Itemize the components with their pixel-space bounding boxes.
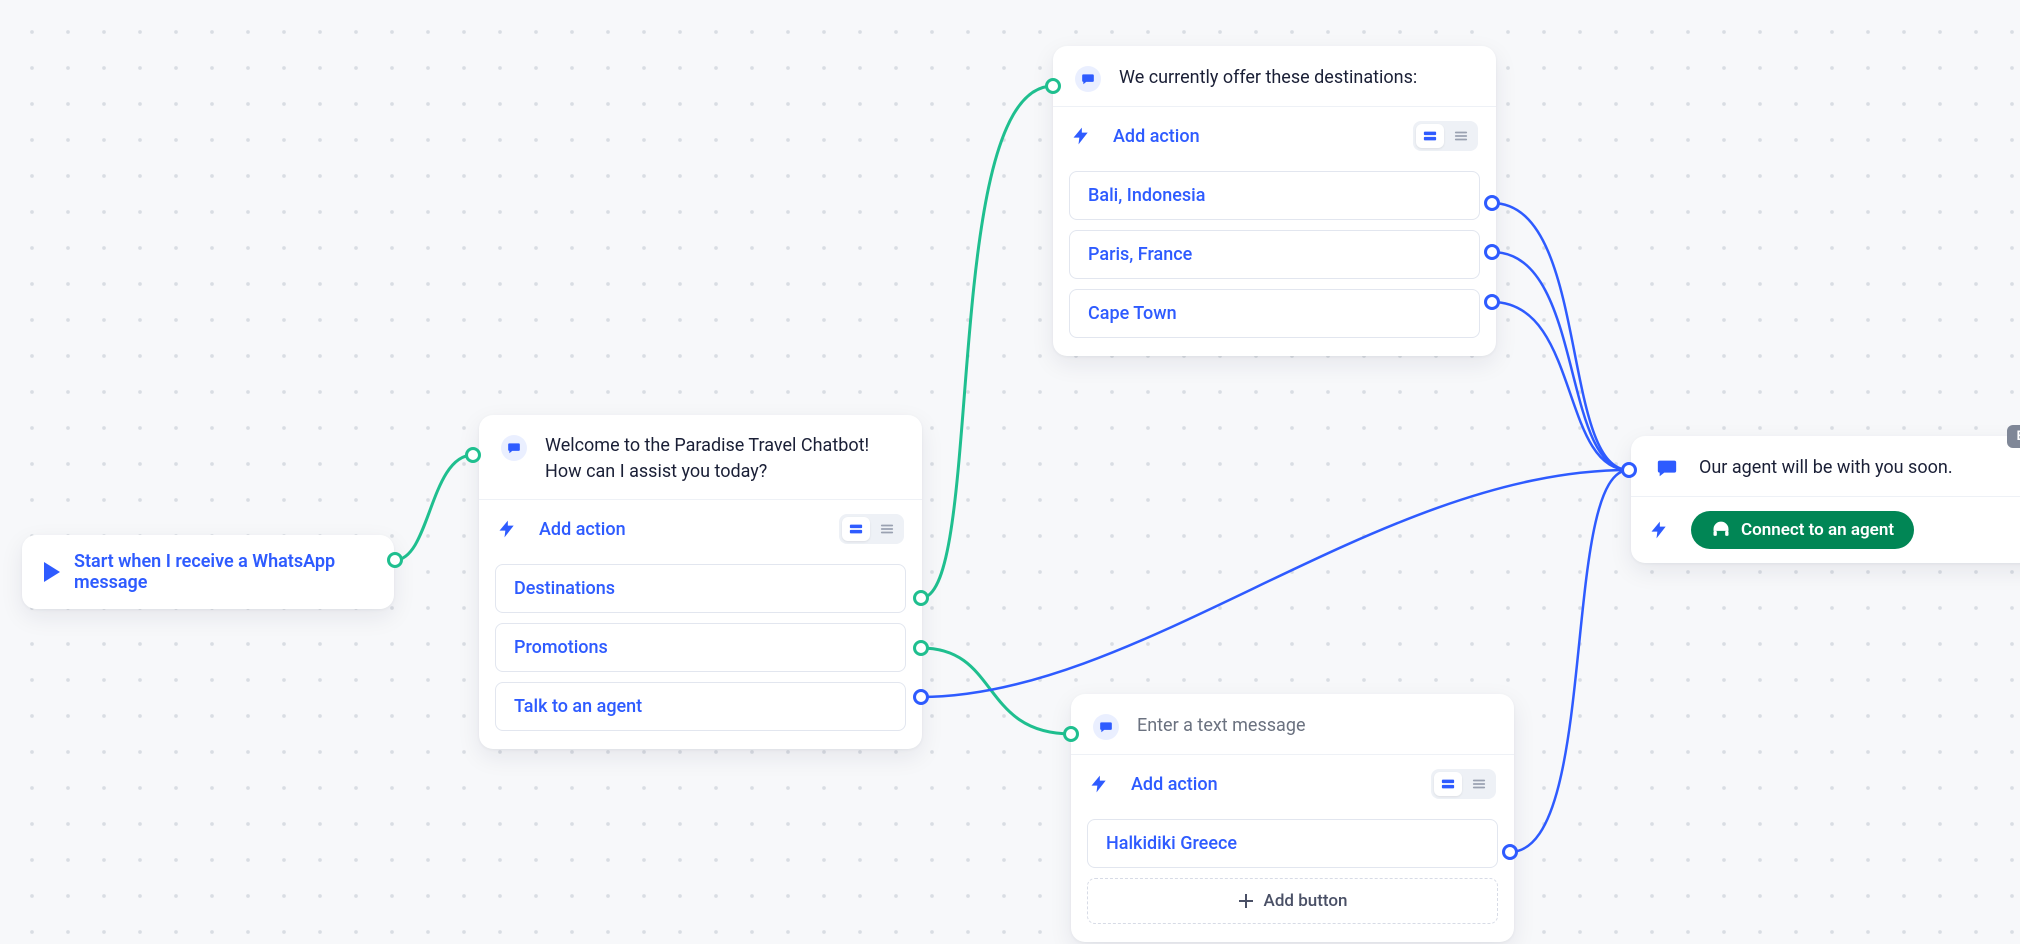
flow-canvas[interactable]: Start when I receive a WhatsApp message … — [0, 0, 2020, 944]
port-welcome-agent-out[interactable] — [913, 689, 929, 705]
bolt-icon — [1649, 520, 1669, 540]
agent-message: Our agent will be with you soon. — [1699, 455, 1953, 481]
promotions-action-row: Add action — [1071, 754, 1514, 813]
view-toggle-card[interactable] — [1434, 772, 1462, 796]
message-icon — [501, 435, 527, 461]
destinations-node[interactable]: We currently offer these destinations: A… — [1053, 46, 1496, 356]
welcome-header: Welcome to the Paradise Travel Chatbot! … — [479, 415, 922, 499]
port-agent-in[interactable] — [1621, 462, 1637, 478]
port-capetown-out[interactable] — [1484, 294, 1500, 310]
option-destinations[interactable]: Destinations — [495, 564, 906, 613]
add-action-button[interactable]: Add action — [1113, 126, 1200, 147]
view-toggle-list[interactable] — [1447, 124, 1475, 148]
view-toggle-list[interactable] — [1465, 772, 1493, 796]
destinations-header: We currently offer these destinations: — [1053, 46, 1496, 106]
add-action-button[interactable]: Add action — [1131, 774, 1218, 795]
agent-header: Our agent will be with you soon. — [1631, 436, 2020, 496]
view-toggle-card[interactable] — [1416, 124, 1444, 148]
plus-icon — [1238, 893, 1254, 909]
add-action-button[interactable]: Add action — [539, 519, 626, 540]
bolt-icon — [497, 519, 517, 539]
port-paris-out[interactable] — [1484, 244, 1500, 260]
trigger-label: Start when I receive a WhatsApp message — [74, 551, 372, 593]
option-halkidiki[interactable]: Halkidiki Greece — [1087, 819, 1498, 868]
message-icon — [1075, 66, 1101, 92]
view-toggle-list[interactable] — [873, 517, 901, 541]
message-icon — [1653, 454, 1681, 482]
destinations-options: Bali, Indonesia Paris, France Cape Town — [1053, 165, 1496, 356]
destinations-action-row: Add action — [1053, 106, 1496, 165]
bolt-icon — [1089, 774, 1109, 794]
welcome-action-row: Add action — [479, 499, 922, 558]
trigger-node[interactable]: Start when I receive a WhatsApp message — [22, 535, 394, 609]
welcome-options: Destinations Promotions Talk to an agent — [479, 558, 922, 749]
end-badge: END — [2007, 425, 2020, 448]
promotions-header: Enter a text message — [1071, 694, 1514, 754]
option-paris[interactable]: Paris, France — [1069, 230, 1480, 279]
bolt-icon — [1071, 126, 1091, 146]
welcome-node[interactable]: Welcome to the Paradise Travel Chatbot! … — [479, 415, 922, 749]
promotions-node[interactable]: Enter a text message Add action Halkidik… — [1071, 694, 1514, 942]
headset-icon — [1711, 520, 1731, 540]
view-toggle-card[interactable] — [842, 517, 870, 541]
connect-label: Connect to an agent — [1741, 520, 1894, 540]
play-icon — [44, 562, 60, 582]
agent-action-row: Connect to an agent — [1631, 496, 2020, 563]
port-promotions-in[interactable] — [1063, 726, 1079, 742]
port-welcome-in[interactable] — [465, 447, 481, 463]
promotions-options: Halkidiki Greece Add button — [1071, 813, 1514, 942]
view-toggle — [1413, 121, 1478, 151]
option-bali[interactable]: Bali, Indonesia — [1069, 171, 1480, 220]
add-button[interactable]: Add button — [1087, 878, 1498, 924]
connect-to-agent-button[interactable]: Connect to an agent — [1691, 511, 1914, 549]
agent-node[interactable]: END Our agent will be with you soon. — [1631, 436, 2020, 563]
option-cape-town[interactable]: Cape Town — [1069, 289, 1480, 338]
view-toggle — [1431, 769, 1496, 799]
port-halkidiki-out[interactable] — [1502, 844, 1518, 860]
port-trigger-out[interactable] — [387, 552, 403, 568]
welcome-message: Welcome to the Paradise Travel Chatbot! … — [545, 433, 900, 485]
port-welcome-promotions-out[interactable] — [913, 640, 929, 656]
view-toggle — [839, 514, 904, 544]
promotions-message-placeholder[interactable]: Enter a text message — [1137, 713, 1306, 739]
add-button-label: Add button — [1264, 891, 1348, 911]
destinations-message: We currently offer these destinations: — [1119, 65, 1417, 91]
option-promotions[interactable]: Promotions — [495, 623, 906, 672]
port-welcome-destinations-out[interactable] — [913, 590, 929, 606]
port-destinations-in[interactable] — [1045, 78, 1061, 94]
option-talk-to-agent[interactable]: Talk to an agent — [495, 682, 906, 731]
port-bali-out[interactable] — [1484, 195, 1500, 211]
message-icon — [1093, 714, 1119, 740]
